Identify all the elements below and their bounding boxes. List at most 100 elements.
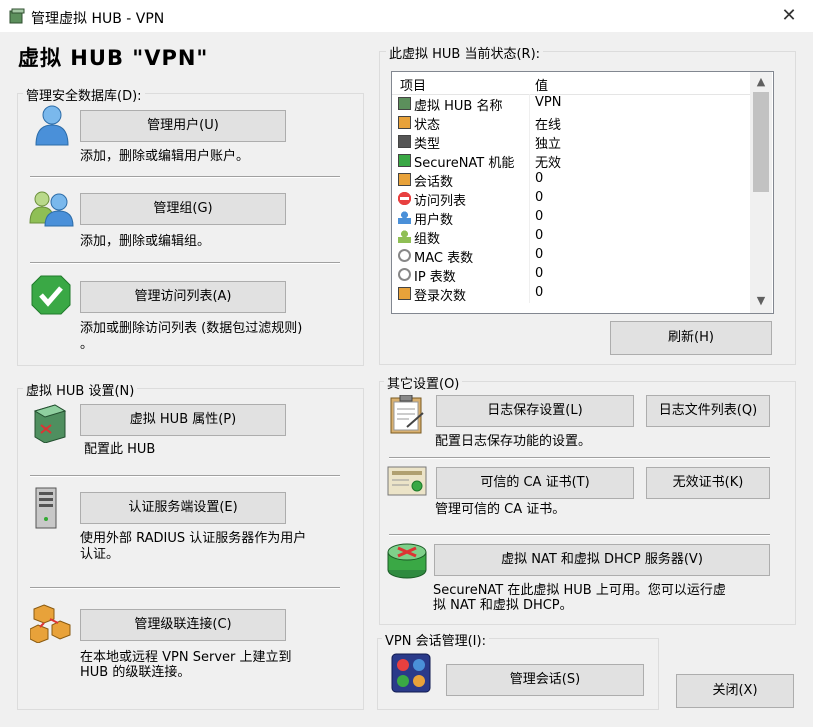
group-icon: [29, 191, 74, 227]
status-item-value: 0: [535, 190, 544, 205]
column-value-header[interactable]: 值: [535, 75, 548, 94]
status-list-row[interactable]: 用户数 0: [392, 208, 750, 228]
column-divider: [529, 170, 530, 189]
ca-description: 管理可信的 CA 证书。: [435, 502, 566, 517]
column-divider: [529, 208, 530, 227]
hub-properties-description: 配置此 HUB: [84, 442, 156, 457]
separator: [389, 534, 770, 536]
status-list-row[interactable]: 访问列表 0: [392, 189, 750, 209]
type-icon: [398, 135, 411, 148]
auth-description-1: 使用外部 RADIUS 认证服务器作为用户: [80, 531, 307, 546]
separator: [389, 457, 770, 459]
status-item-value: VPN: [535, 95, 562, 110]
users-description: 添加，删除或编辑用户账户。: [80, 149, 250, 164]
status-list-row[interactable]: MAC 表数 0: [392, 246, 750, 266]
status-list-row[interactable]: 类型 独立: [392, 132, 750, 152]
app-icon: [9, 8, 25, 24]
status-list-row[interactable]: 登录次数 0: [392, 284, 750, 304]
cascade-connection-icon: [30, 604, 71, 643]
window-title: 管理虚拟 HUB - VPN: [31, 11, 165, 27]
status-item-name: MAC 表数: [414, 251, 474, 266]
status-item-value: 在线: [535, 118, 562, 133]
status-item-name: 登录次数: [414, 289, 467, 304]
checkmark-shield-icon: [31, 275, 71, 315]
separator: [30, 587, 340, 589]
status-item-name: 状态: [414, 118, 441, 133]
login-icon: [398, 287, 411, 300]
manage-cascade-button[interactable]: 管理级联连接(C): [80, 609, 286, 641]
column-divider: [529, 94, 530, 113]
log-file-list-button[interactable]: 日志文件列表(Q): [646, 395, 770, 427]
column-divider: [529, 284, 530, 303]
auth-server-settings-button[interactable]: 认证服务端设置(E): [80, 492, 286, 524]
sessions-icon: [391, 653, 431, 693]
status-item-name: 用户数: [414, 213, 454, 228]
separator: [30, 475, 340, 477]
mac-table-icon: [398, 249, 411, 262]
manage-access-list-button[interactable]: 管理访问列表(A): [80, 281, 286, 313]
refresh-button[interactable]: 刷新(H): [610, 321, 772, 355]
status-list-scrollbar[interactable]: ▲ ▼: [750, 72, 772, 313]
window-close-button[interactable]: ✕: [776, 3, 802, 29]
access-list-icon: [398, 192, 411, 205]
ip-table-icon: [398, 268, 411, 281]
session-management-label: VPN 会话管理(I):: [382, 630, 489, 649]
status-item-value: 0: [535, 247, 544, 262]
status-icon: [398, 116, 411, 129]
hub-icon: [398, 97, 411, 110]
column-divider: [529, 151, 530, 170]
status-item-value: 无效: [535, 156, 562, 171]
column-divider: [529, 113, 530, 132]
status-list-row[interactable]: 状态 在线: [392, 113, 750, 133]
column-divider: [529, 246, 530, 265]
other-settings-label: 其它设置(O): [384, 373, 463, 392]
status-item-value: 0: [535, 171, 544, 186]
column-divider: [529, 227, 530, 246]
status-label: 此虚拟 HUB 当前状态(R):: [386, 43, 544, 62]
scroll-up-icon[interactable]: ▲: [750, 73, 772, 91]
virtual-nat-dhcp-button[interactable]: 虚拟 NAT 和虚拟 DHCP 服务器(V): [434, 544, 770, 576]
hub-properties-button[interactable]: 虚拟 HUB 属性(P): [80, 404, 286, 436]
trusted-ca-button[interactable]: 可信的 CA 证书(T): [436, 467, 634, 499]
status-list-row[interactable]: SecureNAT 机能 无效: [392, 151, 750, 171]
status-item-name: 访问列表: [414, 194, 467, 209]
status-list[interactable]: 项目 值 虚拟 HUB 名称 VPN 状态 在线 类型 独立 SecureNAT 机能 无效会…: [391, 71, 774, 314]
status-list-row[interactable]: 虚拟 HUB 名称 VPN: [392, 94, 750, 114]
nat-description-2: 拟 NAT 和虚拟 DHCP。: [433, 598, 573, 613]
securenat-router-icon: [387, 543, 427, 579]
revoked-certs-button[interactable]: 无效证书(K): [646, 467, 770, 499]
log-description: 配置日志保存功能的设置。: [435, 434, 592, 449]
auth-description-2: 认证。: [80, 547, 120, 562]
column-item-header[interactable]: 项目: [400, 75, 426, 94]
status-list-row[interactable]: IP 表数 0: [392, 265, 750, 285]
log-save-settings-button[interactable]: 日志保存设置(L): [436, 395, 634, 427]
manage-sessions-button[interactable]: 管理会话(S): [446, 664, 644, 696]
hub-management-window: 管理虚拟 HUB - VPN ✕ 虚拟 HUB "VPN" 管理安全数据库(D)…: [0, 0, 813, 727]
scroll-down-icon[interactable]: ▼: [750, 292, 772, 310]
certificate-icon: [387, 466, 427, 496]
manage-users-button[interactable]: 管理用户(U): [80, 110, 286, 142]
scroll-thumb[interactable]: [753, 92, 769, 192]
status-item-value: 0: [535, 285, 544, 300]
manage-groups-button[interactable]: 管理组(G): [80, 193, 286, 225]
group-icon: [398, 230, 411, 243]
status-list-row[interactable]: 会话数 0: [392, 170, 750, 190]
user-icon: [35, 105, 69, 146]
status-item-name: IP 表数: [414, 270, 456, 285]
close-button[interactable]: 关闭(X): [676, 674, 794, 708]
server-icon: [35, 487, 57, 529]
security-db-label: 管理安全数据库(D):: [23, 85, 145, 104]
column-divider: [529, 265, 530, 284]
groups-description: 添加，删除或编辑组。: [80, 234, 211, 249]
status-item-value: 0: [535, 266, 544, 281]
status-item-value: 独立: [535, 137, 562, 152]
nat-description-1: SecureNAT 在此虚拟 HUB 上可用。您可以运行虚: [433, 583, 726, 598]
acl-description-1: 添加或删除访问列表 (数据包过滤规则): [80, 321, 303, 336]
status-item-name: 虚拟 HUB 名称: [414, 99, 503, 114]
cascade-description-1: 在本地或远程 VPN Server 上建立到: [80, 650, 292, 665]
user-icon: [398, 211, 411, 224]
status-item-name: 会话数: [414, 175, 454, 190]
status-list-row[interactable]: 组数 0: [392, 227, 750, 247]
hub-settings-label: 虚拟 HUB 设置(N): [23, 380, 138, 399]
status-item-name: SecureNAT 机能: [414, 156, 515, 171]
